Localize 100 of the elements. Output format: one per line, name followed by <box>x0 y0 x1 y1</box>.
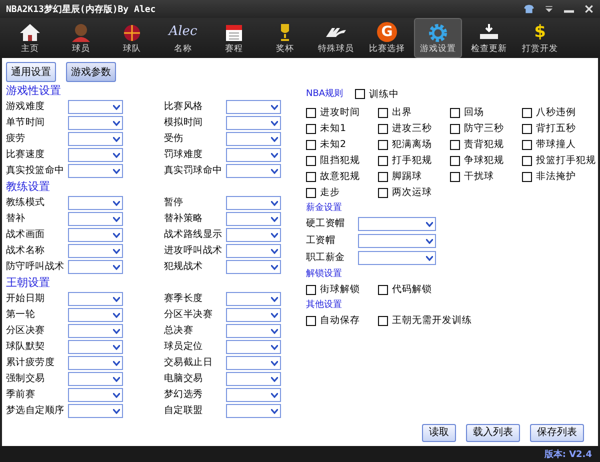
caret-icon <box>271 360 278 366</box>
checkbox[interactable] <box>450 108 460 118</box>
calendar-icon <box>223 22 245 42</box>
dropdown[interactable] <box>226 116 281 130</box>
dropdown[interactable] <box>68 148 123 162</box>
dropdown[interactable] <box>226 388 281 402</box>
checkbox-label: 自动保存 <box>320 314 360 327</box>
dropdown[interactable] <box>226 308 281 322</box>
checkbox[interactable] <box>378 108 388 118</box>
dropdown[interactable] <box>68 388 123 402</box>
checkbox[interactable] <box>378 172 388 182</box>
caret-icon <box>113 232 120 238</box>
dropdown[interactable] <box>68 356 123 370</box>
checkbox[interactable] <box>306 156 316 166</box>
dropdown[interactable] <box>226 148 281 162</box>
dropdown[interactable] <box>68 260 123 274</box>
checkbox-label: 打手犯规 <box>392 154 432 167</box>
toolbar-button[interactable]: G 比赛选择 <box>363 18 411 58</box>
toolbar-button[interactable]: 主页 <box>6 18 54 58</box>
dropdown[interactable] <box>226 212 281 226</box>
dropdown[interactable] <box>226 260 281 274</box>
toolbar-button[interactable]: 球队 <box>108 18 156 58</box>
field-label: 第一轮 <box>6 308 36 322</box>
checkbox[interactable] <box>378 316 388 326</box>
dropdown[interactable] <box>68 212 123 226</box>
caret-icon <box>271 344 278 350</box>
toolbar-button[interactable]: 检查更新 <box>465 18 513 58</box>
dropdown[interactable] <box>226 404 281 418</box>
checkbox-label: 走步 <box>320 186 340 199</box>
dropdown[interactable] <box>68 164 123 178</box>
dropdown[interactable] <box>68 340 123 354</box>
action-button[interactable]: 载入列表 <box>466 424 520 442</box>
dropdown[interactable] <box>68 324 123 338</box>
dropdown[interactable] <box>358 251 436 265</box>
toolbar-button[interactable]: Alec 名称 <box>159 18 207 58</box>
field-label: 梦幻选秀 <box>164 388 204 402</box>
toolbar-button[interactable]: 奖杯 <box>261 18 309 58</box>
checkbox[interactable] <box>378 156 388 166</box>
dropdown[interactable] <box>226 292 281 306</box>
dropdown[interactable] <box>226 196 281 210</box>
dropdown[interactable] <box>226 132 281 146</box>
toolbar-button[interactable]: 赛程 <box>210 18 258 58</box>
caret-icon <box>271 328 278 334</box>
checkbox[interactable] <box>378 124 388 134</box>
dropdown[interactable] <box>226 372 281 386</box>
dropdown[interactable] <box>68 292 123 306</box>
checkbox[interactable] <box>306 108 316 118</box>
dropdown[interactable] <box>68 372 123 386</box>
field-label: 进攻呼叫战术 <box>164 244 224 258</box>
toolbar-button[interactable]: 游戏设置 <box>414 18 462 58</box>
checkbox[interactable] <box>522 140 532 150</box>
toolbar-button[interactable]: 特殊球员 <box>312 18 360 58</box>
dropdown[interactable] <box>68 196 123 210</box>
dropdown[interactable] <box>226 228 281 242</box>
checkbox[interactable] <box>450 156 460 166</box>
toolbar-button[interactable]: $ 打赏开发 <box>516 18 564 58</box>
checkbox[interactable] <box>306 316 316 326</box>
dropdown[interactable] <box>358 217 436 231</box>
checkbox[interactable] <box>306 188 316 198</box>
checkbox[interactable] <box>450 140 460 150</box>
checkbox[interactable] <box>306 284 316 294</box>
checkbox[interactable] <box>522 124 532 134</box>
dropdown[interactable] <box>68 116 123 130</box>
checkbox[interactable] <box>450 172 460 182</box>
checkbox[interactable] <box>378 284 388 294</box>
checkbox[interactable] <box>378 188 388 198</box>
field-label: 开始日期 <box>6 292 46 306</box>
tab[interactable]: 通用设置 <box>6 62 56 82</box>
dropdown[interactable] <box>68 228 123 242</box>
checkbox[interactable] <box>522 156 532 166</box>
caret-icon <box>426 256 433 260</box>
dropdown[interactable] <box>68 308 123 322</box>
dropdown[interactable] <box>68 244 123 258</box>
dropdown[interactable] <box>226 324 281 338</box>
checkbox-label: 非法掩护 <box>536 170 576 183</box>
tab[interactable]: 游戏参数 <box>66 62 116 82</box>
checkbox[interactable] <box>306 124 316 134</box>
dropdown[interactable] <box>226 244 281 258</box>
checkbox[interactable] <box>306 140 316 150</box>
checkbox[interactable] <box>378 140 388 150</box>
section-title: 游戏性设置 <box>6 84 62 98</box>
section-title: 王朝设置 <box>6 276 51 290</box>
dropdown[interactable] <box>68 132 123 146</box>
checkbox[interactable] <box>522 108 532 118</box>
checkbox[interactable] <box>450 124 460 134</box>
dropdown[interactable] <box>226 100 281 114</box>
dropdown[interactable] <box>226 164 281 178</box>
dropdown[interactable] <box>226 356 281 370</box>
dropdown[interactable] <box>358 234 436 248</box>
checkbox[interactable] <box>306 172 316 182</box>
checkbox-label: 投篮打手犯规 <box>536 154 596 167</box>
toolbar-button[interactable]: 球员 <box>57 18 105 58</box>
action-button[interactable]: 保存列表 <box>530 424 584 442</box>
checkbox[interactable] <box>355 89 366 99</box>
action-button[interactable]: 读取 <box>422 424 456 442</box>
caret-icon <box>271 152 278 158</box>
dropdown[interactable] <box>68 404 123 418</box>
checkbox[interactable] <box>522 172 532 182</box>
dropdown[interactable] <box>226 340 281 354</box>
dropdown[interactable] <box>68 100 123 114</box>
